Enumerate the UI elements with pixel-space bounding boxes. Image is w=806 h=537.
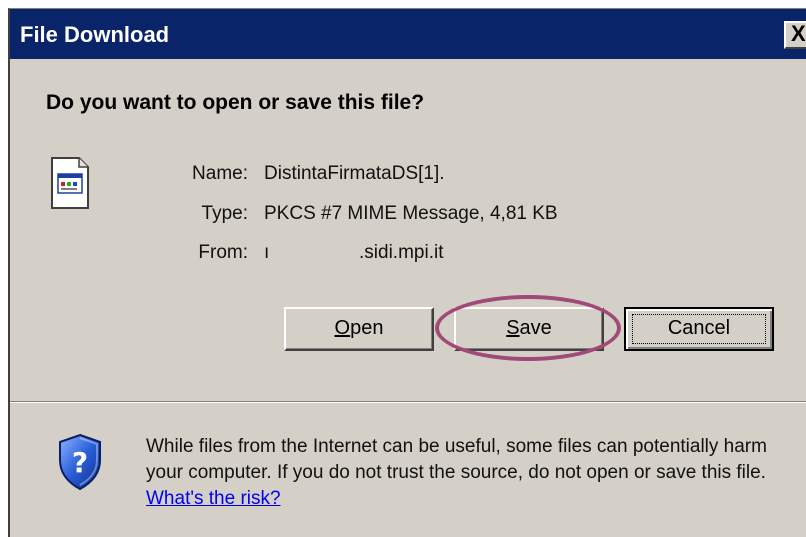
from-value: ı .sidi.mpi.it	[264, 242, 444, 263]
name-value: DistintaFirmataDS[1].	[264, 163, 445, 184]
type-label: Type:	[201, 203, 248, 224]
from-label: From:	[198, 242, 248, 263]
open-button[interactable]: Open	[284, 307, 434, 351]
dialog-heading: Do you want to open or save this file?	[46, 91, 425, 114]
security-warning: While files from the Internet can be use…	[146, 434, 806, 512]
divider-highlight	[10, 402, 806, 403]
document-icon	[51, 157, 89, 209]
close-button[interactable]: X	[784, 21, 806, 49]
cancel-button[interactable]: Cancel	[624, 307, 774, 351]
close-icon: X	[791, 21, 806, 46]
file-download-dialog: File Download X Do you want to open or s…	[8, 8, 806, 537]
whats-the-risk-link[interactable]: What's the risk?	[146, 488, 281, 509]
shield-question-icon: ?	[59, 433, 101, 491]
warning-text: While files from the Internet can be use…	[146, 436, 767, 483]
save-highlight-ring	[435, 295, 621, 361]
title-bar[interactable]: File Download X	[10, 9, 806, 59]
svg-text:?: ?	[72, 446, 88, 479]
open-mnemonic: O	[334, 317, 351, 339]
name-label: Name:	[192, 163, 248, 184]
type-value: PKCS #7 MIME Message, 4,81 KB	[264, 203, 558, 224]
focus-rectangle	[632, 314, 766, 344]
open-label: pen	[350, 317, 384, 339]
window-title: File Download	[20, 22, 170, 47]
